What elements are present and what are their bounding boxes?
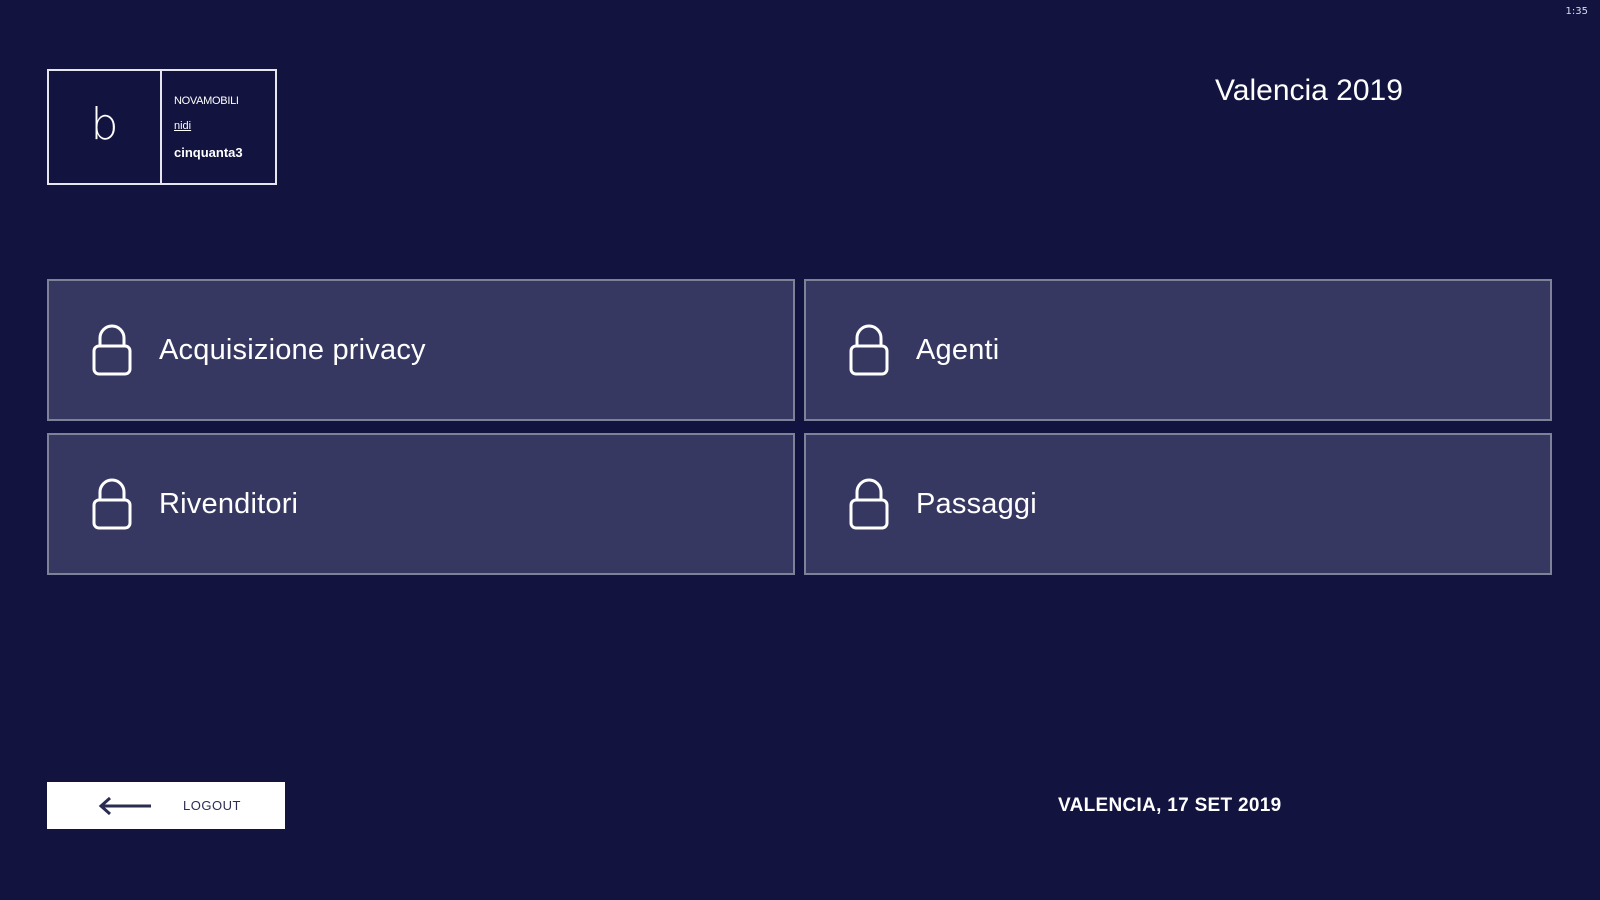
arrow-left-icon bbox=[97, 796, 153, 816]
event-title: Valencia 2019 bbox=[1215, 74, 1403, 107]
tile-label: Passaggi bbox=[916, 487, 1037, 520]
logout-label: LOGOUT bbox=[183, 798, 241, 813]
logo-mark-letter: b bbox=[90, 99, 119, 150]
lock-icon bbox=[848, 477, 890, 531]
lock-icon bbox=[91, 323, 133, 377]
logo-line-nidi: nidi bbox=[174, 119, 192, 132]
logo-line-novamobili: NOVAMOBILI bbox=[174, 94, 239, 107]
status-bar-time: 1:35 bbox=[1565, 6, 1588, 17]
logout-button[interactable]: LOGOUT bbox=[47, 782, 285, 829]
lock-icon bbox=[848, 323, 890, 377]
logo-line-cinquanta3: cinquanta3 bbox=[174, 144, 243, 160]
tile-acquisizione-privacy[interactable]: Acquisizione privacy bbox=[47, 279, 795, 421]
lock-icon bbox=[91, 477, 133, 531]
brand-logo: b NOVAMOBILI nidi cinquanta3 bbox=[47, 69, 277, 185]
logo-wordmark: NOVAMOBILI nidi cinquanta3 bbox=[162, 71, 275, 183]
tile-passaggi[interactable]: Passaggi bbox=[804, 433, 1552, 575]
tile-label: Acquisizione privacy bbox=[159, 333, 426, 366]
tile-agenti[interactable]: Agenti bbox=[804, 279, 1552, 421]
tile-label: Agenti bbox=[916, 333, 1000, 366]
tile-rivenditori[interactable]: Rivenditori bbox=[47, 433, 795, 575]
date-location: VALENCIA, 17 SET 2019 bbox=[1058, 795, 1282, 816]
logo-mark: b bbox=[49, 71, 162, 183]
tile-label: Rivenditori bbox=[159, 487, 299, 520]
